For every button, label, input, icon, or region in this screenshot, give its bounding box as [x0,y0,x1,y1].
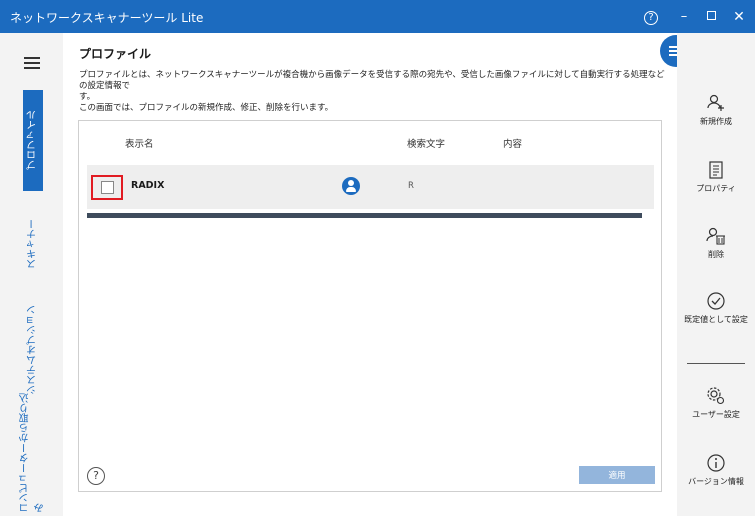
add-user-icon [707,94,724,111]
table-row[interactable]: RADIX R [87,165,654,209]
apply-button[interactable]: 適用 [579,466,655,484]
description-line: す。 [79,92,96,102]
page-description: プロファイルとは、ネットワークスキャナーツールが複合機から画像データを受信する際… [79,70,669,114]
check-circle-icon [707,292,725,310]
new-label: 新規作成 [700,117,732,126]
profile-name: RADIX [131,180,165,191]
info-icon [707,454,725,472]
title-bar: ネットワークスキャナーツール Lite ? – ✕ [0,0,755,33]
horizontal-scrollbar[interactable] [87,213,642,218]
hamburger-menu-icon[interactable] [24,57,40,69]
action-panel: 新規作成 プロパティ 削除 既定値として設定 ユーザー設定 バージョン情報 [677,33,755,516]
gear-icon [707,387,725,405]
column-header-display-name[interactable]: 表示名 [125,136,154,150]
delete-user-icon [706,227,725,245]
properties-label: プロパティ [696,184,736,193]
maximize-icon [706,11,716,20]
profile-search-key: R [408,181,414,191]
main-content: プロファイル プロファイルとは、ネットワークスキャナーツールが複合機から画像デー… [63,33,677,516]
checkbox-highlight [91,175,123,200]
help-icon[interactable]: ? [87,467,105,485]
set-default-button[interactable]: 既定値として設定 [677,291,755,325]
user-icon [342,177,360,195]
help-icon: ? [644,11,658,25]
version-info-button[interactable]: バージョン情報 [677,453,755,487]
delete-button[interactable]: 削除 [677,226,755,260]
nav-tab-import-from-computer[interactable]: コンピューターから取り込み [20,393,46,513]
close-button[interactable]: ✕ [728,6,750,28]
nav-tab-profile[interactable]: プロファイル [23,90,43,191]
column-header-content[interactable]: 内容 [503,136,522,150]
new-button[interactable]: 新規作成 [677,93,755,127]
divider [687,363,745,364]
delete-label: 削除 [708,250,724,259]
profile-table-panel: 表示名 検索文字 内容 RADIX R ? 適用 [78,120,662,492]
window-title: ネットワークスキャナーツール Lite [10,11,204,25]
column-header-search-key[interactable]: 検索文字 [407,136,445,150]
minimize-button[interactable]: – [673,6,695,28]
nav-tab-scanner[interactable]: スキャナー [23,214,43,274]
version-info-label: バージョン情報 [688,477,744,486]
user-settings-button[interactable]: ユーザー設定 [677,386,755,420]
document-icon [709,161,723,179]
description-line: プロファイルとは、ネットワークスキャナーツールが複合機から画像データを受信する際… [79,70,665,91]
description-line: この画面では、プロファイルの新規作成、修正、削除を行います。 [79,103,334,113]
page-title: プロファイル [79,47,152,61]
help-button[interactable]: ? [640,6,662,28]
properties-button[interactable]: プロパティ [677,160,755,194]
left-nav: プロファイル スキャナー システムオプション コンピューターから取り込み [0,33,63,516]
nav-tab-system-options[interactable]: システムオプション [23,305,43,395]
user-settings-label: ユーザー設定 [692,410,740,419]
maximize-button[interactable] [700,6,722,28]
row-checkbox[interactable] [101,181,114,194]
set-default-label: 既定値として設定 [684,315,748,324]
